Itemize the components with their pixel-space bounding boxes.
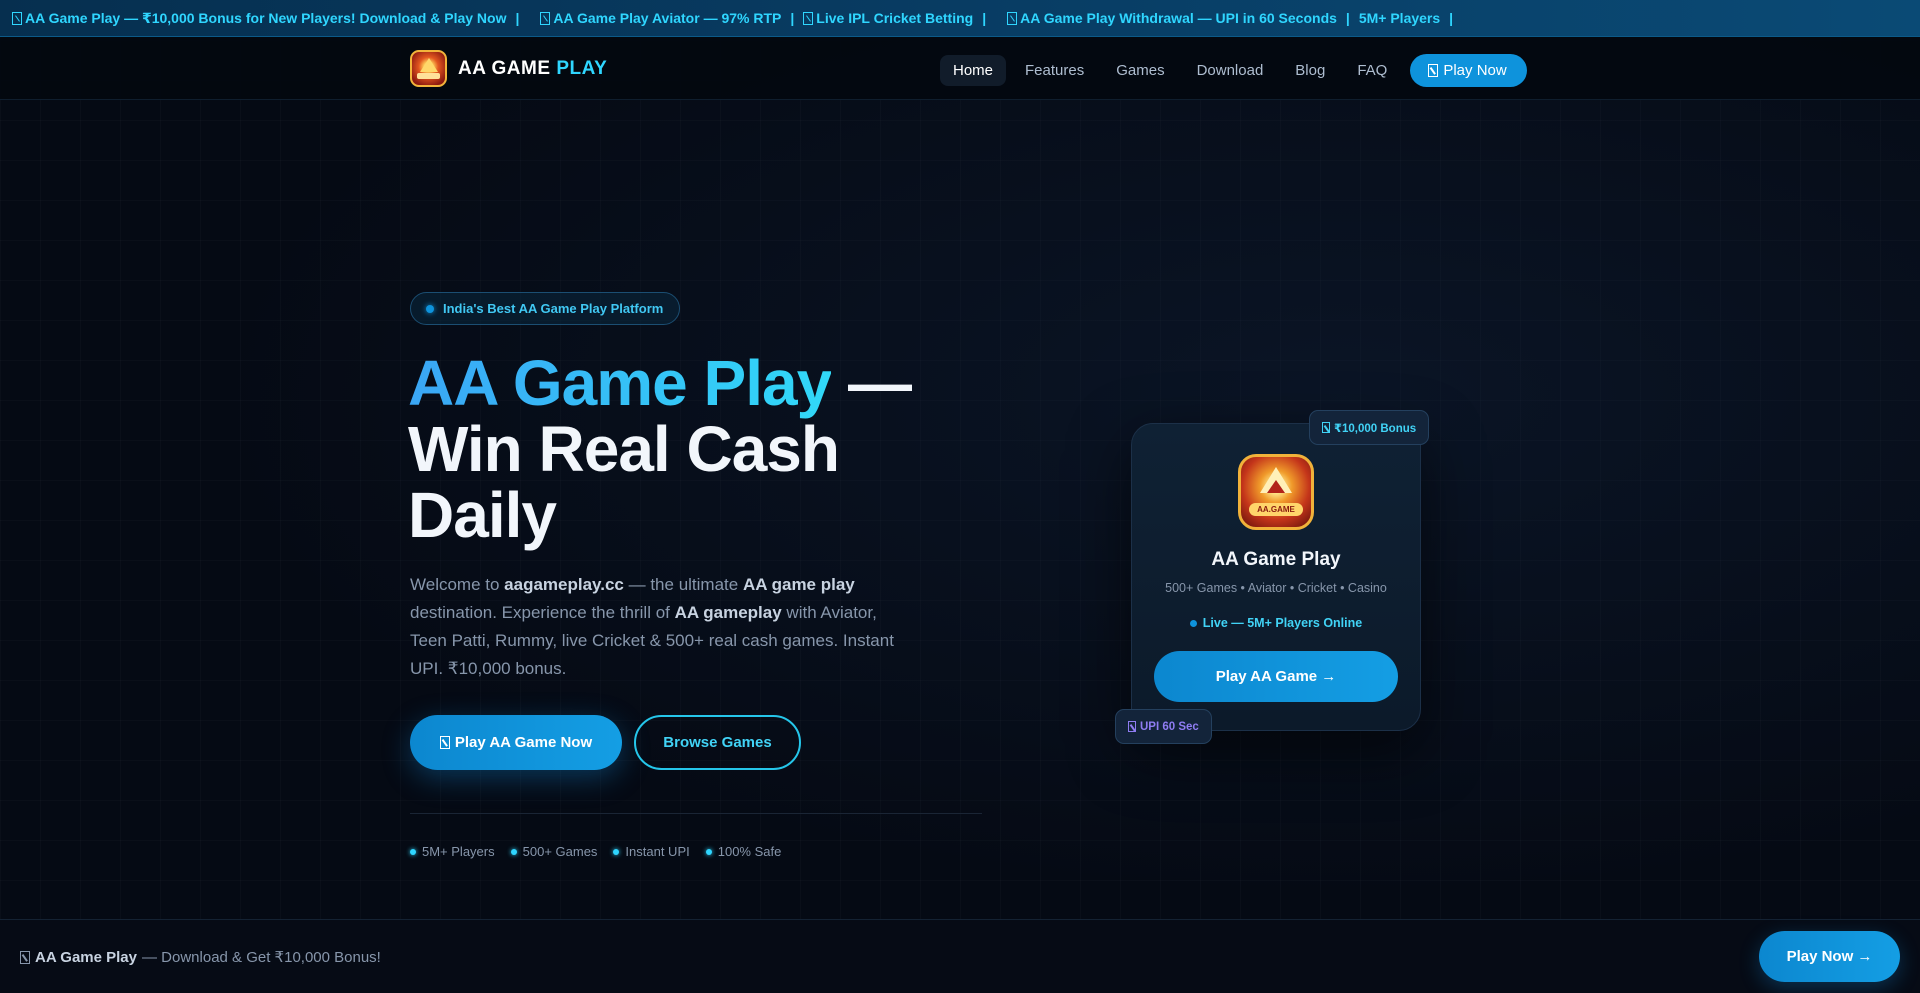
site-logo[interactable]: AA GAME PLAY (410, 50, 607, 87)
hero-description: Welcome to aagameplay.cc — the ultimate … (410, 571, 910, 683)
header-play-now-button[interactable]: Play Now (1410, 54, 1527, 87)
app-logo-plate: AA.GAME (1249, 503, 1303, 516)
desc-bold: AA game play (742, 575, 855, 594)
app-logo-shape (1267, 480, 1285, 493)
game-icon (20, 950, 30, 964)
hero-title-accent: AA Game Play (408, 347, 832, 419)
nav-download[interactable]: Download (1184, 55, 1277, 86)
upi-badge-text: UPI 60 Sec (1140, 720, 1199, 733)
bottom-bar-message: — Download & Get ₹10,000 Bonus! (142, 949, 381, 966)
stat-item: 5M+ Players (410, 844, 495, 859)
play-aa-game-card-button[interactable]: Play AA Game → (1154, 651, 1398, 702)
site-header: AA GAME PLAY Home Features Games Downloa… (0, 37, 1920, 100)
gift-icon (1322, 422, 1330, 433)
bottom-bar-brand: AA Game Play (35, 948, 137, 966)
hero-title: AA Game Play — Win Real Cash Daily (408, 350, 928, 548)
stat-dot-icon (410, 848, 416, 855)
game-icon (439, 736, 450, 749)
desc-bold: AA gameplay (674, 603, 782, 622)
ticker-item[interactable]: AA Game Play Withdrawal — UPI in 60 Seco… (995, 10, 1337, 26)
stat-label: Instant UPI (625, 844, 690, 859)
game-icon (1428, 64, 1439, 77)
hero-badge-text: India's Best AA Game Play Platform (443, 301, 664, 316)
ticker-item-text: 5M+ Players (1358, 10, 1441, 26)
bottom-bar-text: AA Game Play — Download & Get ₹10,000 Bo… (20, 948, 381, 966)
lightning-icon (1128, 721, 1136, 732)
hero-title-line2: Win Real Cash (408, 413, 840, 485)
logo-text: AA GAME PLAY (458, 58, 607, 80)
app-card-title: AA Game Play (1211, 549, 1341, 570)
ticker-item-text: AA Game Play Aviator — 97% RTP (553, 10, 782, 26)
stat-item: 100% Safe (705, 844, 782, 859)
hero-divider (410, 813, 982, 814)
upi-badge: UPI 60 Sec (1115, 709, 1212, 744)
hero-badge: India's Best AA Game Play Platform (410, 292, 681, 325)
ticker-separator: | (1449, 10, 1454, 26)
desc-part: destination. Experience the thrill of (410, 603, 675, 622)
ticker-item[interactable]: AA Game Play — ₹10,000 Bonus for New Pla… (0, 10, 506, 27)
page-background (0, 0, 1920, 993)
stat-item: Instant UPI (613, 844, 690, 859)
ticker-item[interactable]: Live IPL Cricket Betting (803, 10, 973, 26)
logo-image (410, 50, 447, 87)
header-play-now-label: Play Now (1443, 62, 1507, 79)
hero-stats: 5M+ Players 500+ Games Instant UPI 100% … (410, 844, 797, 859)
main-nav: Home Features Games Download Blog FAQ Pl… (940, 54, 1527, 87)
stat-label: 100% Safe (717, 844, 782, 859)
stat-dot-icon (510, 848, 517, 855)
app-card-subtitle: 500+ Games • Aviator • Cricket • Casino (1165, 581, 1387, 595)
cricket-icon (803, 11, 814, 25)
ticker-item-text: Live IPL Cricket Betting (816, 10, 974, 26)
browse-games-button[interactable]: Browse Games (634, 715, 801, 770)
stat-dot-icon (705, 848, 712, 855)
bottom-play-now-button[interactable]: Play Now → (1759, 931, 1900, 982)
badge-dot-icon (426, 304, 434, 313)
plane-icon (540, 11, 551, 25)
app-logo: AA.GAME (1238, 454, 1314, 530)
ticker-separator: | (1345, 10, 1350, 26)
nav-games[interactable]: Games (1103, 55, 1177, 86)
play-aa-game-now-label: Play AA Game Now (454, 734, 593, 751)
desc-part: Welcome to (410, 575, 505, 594)
play-aa-game-now-button[interactable]: Play AA Game Now (410, 715, 622, 770)
nav-faq[interactable]: FAQ (1344, 55, 1400, 86)
logo-text-accent: PLAY (556, 57, 608, 79)
stat-item: 500+ Games (510, 844, 598, 859)
ticket-icon (12, 11, 22, 25)
ticker-item[interactable]: 5M+ Players (1359, 10, 1440, 26)
hero-title-line3: Daily (408, 479, 557, 551)
live-status: Live — 5M+ Players Online (1132, 616, 1420, 630)
nav-home[interactable]: Home (940, 55, 1007, 86)
desc-part: — the ultimate (623, 575, 743, 594)
stat-label: 5M+ Players (422, 844, 495, 859)
app-card: AA.GAME AA Game Play 500+ Games • Aviato… (1131, 423, 1421, 731)
ticker-item-text: AA Game Play — ₹10,000 Bonus for New Pla… (25, 9, 507, 26)
live-status-text: Live — 5M+ Players Online (1202, 616, 1363, 630)
nav-features[interactable]: Features (1012, 55, 1097, 86)
ticker-item-text: AA Game Play Withdrawal — UPI in 60 Seco… (1020, 10, 1337, 26)
stat-label: 500+ Games (522, 844, 598, 859)
ticker-item[interactable]: AA Game Play Aviator — 97% RTP (528, 10, 781, 26)
ticker-separator: | (790, 10, 795, 26)
live-dot-icon (1189, 619, 1197, 627)
hero-title-dash: — (831, 347, 912, 419)
bonus-badge: ₹10,000 Bonus (1309, 410, 1430, 445)
ticker-separator: | (515, 10, 520, 26)
stat-dot-icon (613, 848, 620, 855)
lightning-icon (1007, 11, 1018, 25)
bonus-badge-text: ₹10,000 Bonus (1334, 422, 1417, 435)
desc-bold: aagameplay.cc (504, 575, 624, 594)
bottom-cta-bar: AA Game Play — Download & Get ₹10,000 Bo… (0, 919, 1920, 993)
ticker-separator: | (982, 10, 987, 26)
announcement-ticker: AA Game Play — ₹10,000 Bonus for New Pla… (0, 0, 1920, 37)
logo-text-main: AA GAME (458, 57, 551, 79)
nav-blog[interactable]: Blog (1282, 55, 1338, 86)
